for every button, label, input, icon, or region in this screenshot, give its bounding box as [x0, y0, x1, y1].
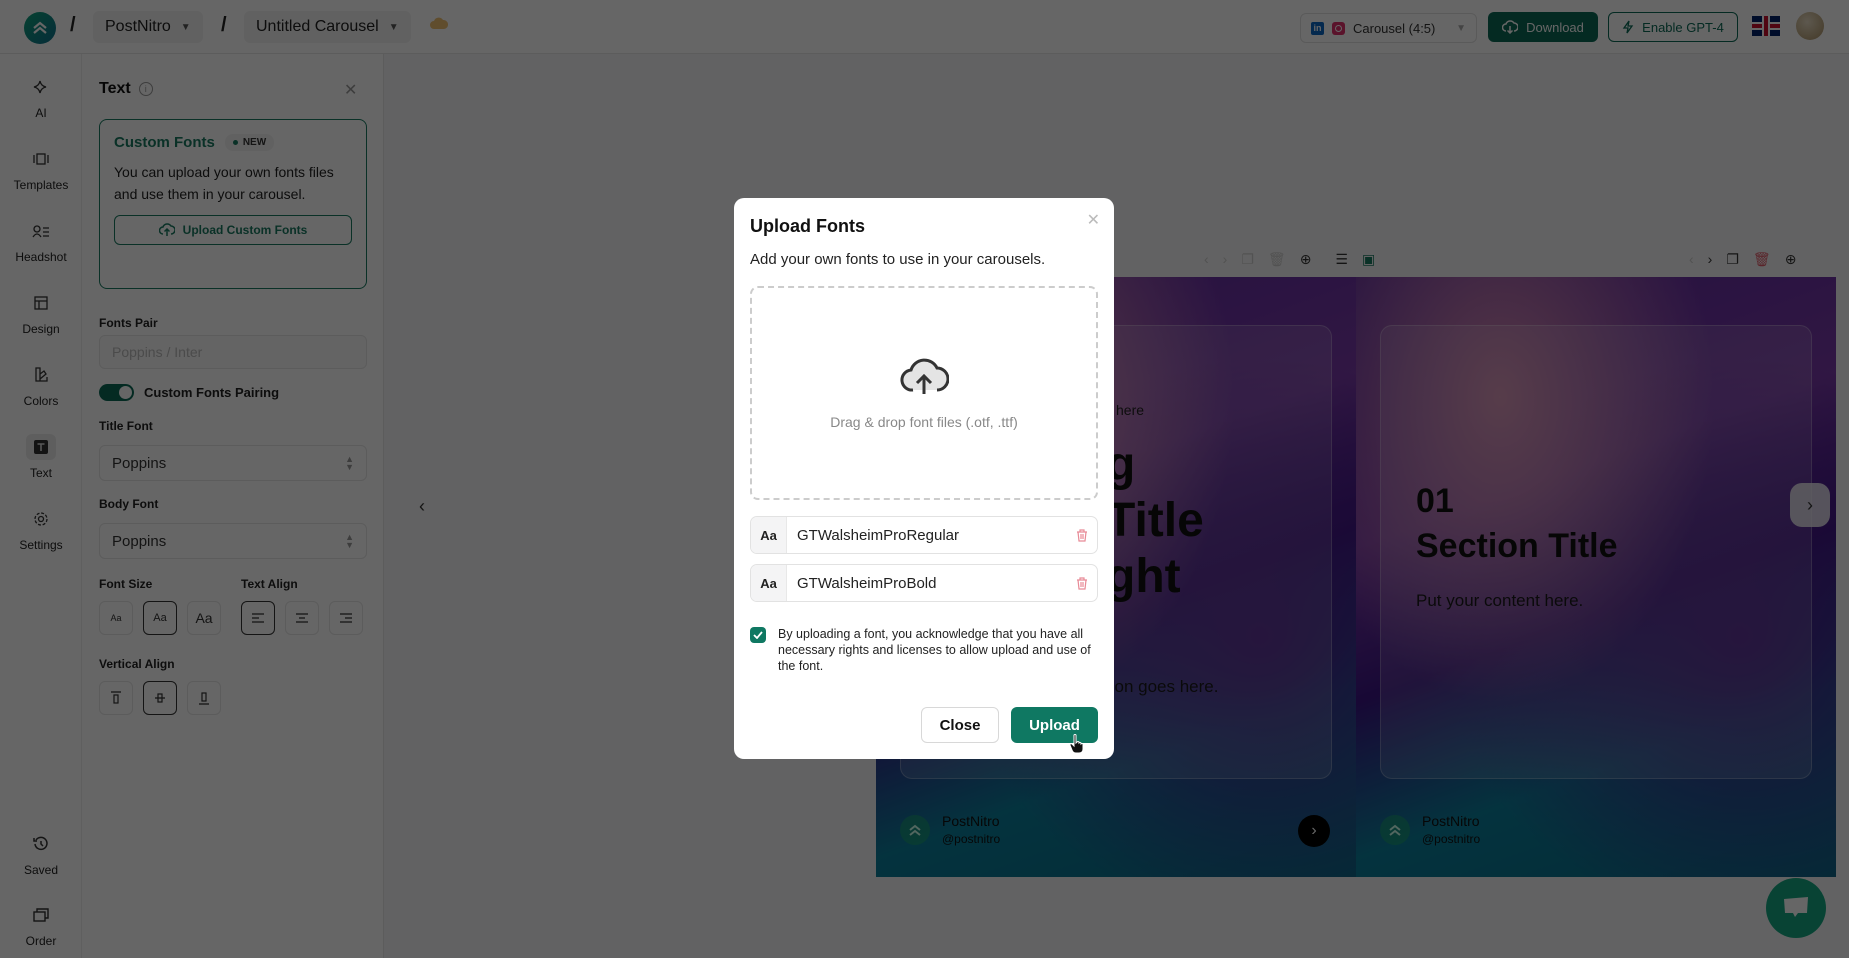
uploaded-font-item: Aa GTWalsheimProRegular: [750, 516, 1098, 554]
font-file-icon: Aa: [751, 517, 787, 553]
acknowledge-row: By uploading a font, you acknowledge tha…: [750, 626, 1098, 674]
close-button[interactable]: Close: [921, 707, 999, 743]
hand-cursor-icon: [1069, 734, 1084, 754]
upload-fonts-dialog: Upload Fonts ✕ Add your own fonts to use…: [734, 198, 1114, 759]
trash-icon: [1077, 576, 1087, 590]
font-file-name: GTWalsheimProRegular: [797, 526, 959, 544]
remove-font-button[interactable]: [1067, 576, 1097, 590]
checkmark-icon: [753, 631, 763, 639]
font-file-name: GTWalsheimProBold: [797, 574, 937, 592]
acknowledge-checkbox[interactable]: [750, 627, 766, 643]
remove-font-button[interactable]: [1067, 528, 1097, 542]
dialog-title: Upload Fonts: [750, 216, 865, 236]
trash-icon: [1077, 528, 1087, 542]
acknowledge-text: By uploading a font, you acknowledge tha…: [778, 627, 1091, 673]
dropzone-text: Drag & drop font files (.otf, .ttf): [830, 414, 1018, 430]
font-dropzone[interactable]: Drag & drop font files (.otf, .ttf): [750, 286, 1098, 500]
close-icon[interactable]: ✕: [1087, 210, 1100, 230]
cloud-upload-icon: [900, 358, 949, 394]
dialog-subtitle: Add your own fonts to use in your carous…: [750, 251, 1046, 268]
uploaded-font-item: Aa GTWalsheimProBold: [750, 564, 1098, 602]
font-file-icon: Aa: [751, 565, 787, 601]
